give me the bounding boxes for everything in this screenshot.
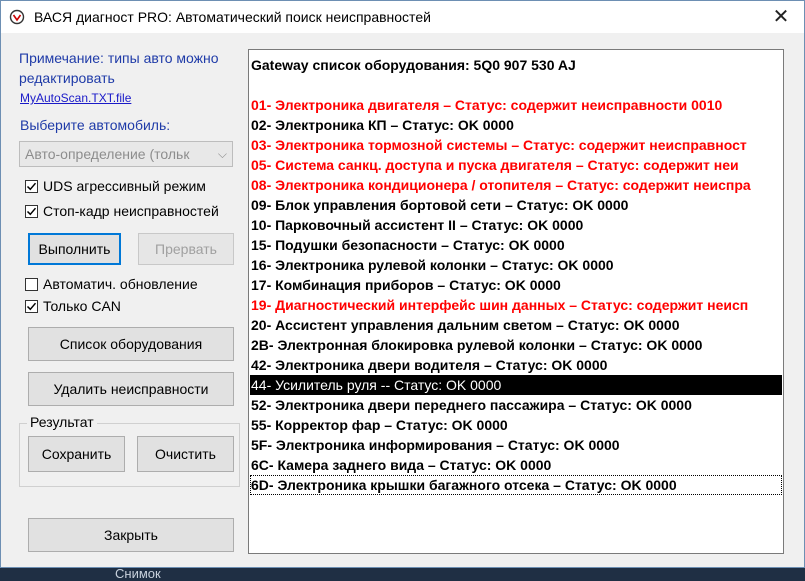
result-group-title: Результат (27, 414, 97, 430)
myautoscan-link[interactable]: MyAutoScan.TXT.file (20, 91, 131, 105)
checkbox-box (25, 205, 38, 218)
list-item[interactable]: 44- Усилитель руля -- Статус: OK 0000 (250, 375, 782, 395)
list-item[interactable]: 42- Электроника двери водителя – Статус:… (250, 355, 782, 375)
list-item[interactable]: 08- Электроника кондиционера / отопителя… (250, 175, 782, 195)
list-item[interactable]: 16- Электроника рулевой колонки – Статус… (250, 255, 782, 275)
app-window: ВАСЯ диагност PRO: Автоматический поиск … (0, 0, 805, 568)
list-item[interactable]: 2B- Электронная блокировка рулевой колон… (250, 335, 782, 355)
list-item[interactable]: 03- Электроника тормозной системы – Стат… (250, 135, 782, 155)
checkbox-box (25, 300, 38, 313)
list-item[interactable]: 10- Парковочный ассистент II – Статус: O… (250, 215, 782, 235)
equipment-listbox[interactable]: Gateway список оборудования: 5Q0 907 530… (248, 49, 784, 554)
abort-button[interactable]: Прервать (138, 233, 234, 265)
list-item[interactable]: Gateway список оборудования: 5Q0 907 530… (250, 55, 782, 75)
title-bar: ВАСЯ диагност PRO: Автоматический поиск … (1, 1, 804, 33)
list-item[interactable]: 55- Корректор фар – Статус: OK 0000 (250, 415, 782, 435)
list-item[interactable]: 05- Система санкц. доступа и пуска двига… (250, 155, 782, 175)
list-item[interactable]: 52- Электроника двери переднего пассажир… (250, 395, 782, 415)
clear-button[interactable]: Очистить (137, 436, 234, 472)
list-item[interactable]: 17- Комбинация приборов – Статус: OK 000… (250, 275, 782, 295)
app-icon (9, 9, 25, 25)
list-item[interactable] (250, 75, 782, 95)
list-item[interactable]: 20- Ассистент управления дальним светом … (250, 315, 782, 335)
window-title: ВАСЯ диагност PRO: Автоматический поиск … (34, 9, 431, 25)
note-text: Примечание: типы авто можно редактироват… (19, 50, 219, 86)
checkbox-box (25, 278, 38, 291)
list-item[interactable]: 09- Блок управления бортовой сети – Стат… (250, 195, 782, 215)
car-select-value: Авто-определение (тольк (25, 146, 190, 162)
list-item[interactable]: 01- Электроника двигателя – Статус: соде… (250, 95, 782, 115)
close-window-button[interactable]: ✕ (758, 1, 804, 33)
list-item[interactable]: 15- Подушки безопасности – Статус: OK 00… (250, 235, 782, 255)
checkbox-box (25, 180, 38, 193)
run-button[interactable]: Выполнить (28, 233, 121, 265)
can-only-checkbox[interactable]: Только CAN (25, 298, 121, 314)
auto-update-checkbox[interactable]: Автоматич. обновление (25, 276, 198, 292)
list-item[interactable]: 6C- Камера заднего вида – Статус: OK 000… (250, 455, 782, 475)
chevron-down-icon: ⌵ (217, 147, 227, 161)
list-item[interactable]: 02- Электроника КП – Статус: OK 0000 (250, 115, 782, 135)
equipment-list-button[interactable]: Список оборудования (28, 327, 234, 361)
list-item[interactable]: 19- Диагностический интерфейс шин данных… (250, 295, 782, 315)
list-item[interactable]: 6D- Электроника крышки багажного отсека … (250, 475, 782, 495)
close-button[interactable]: Закрыть (28, 518, 234, 552)
choose-car-label: Выберите автомобиль: (20, 117, 171, 133)
car-select[interactable]: Авто-определение (тольк ⌵ (19, 141, 233, 167)
delete-faults-button[interactable]: Удалить неисправности (28, 372, 234, 406)
list-item[interactable]: 5F- Электроника информирования – Статус:… (250, 435, 782, 455)
freeze-frame-checkbox[interactable]: Стоп-кадр неисправностей (25, 203, 219, 219)
uds-aggressive-checkbox[interactable]: UDS агрессивный режим (25, 178, 206, 194)
save-button[interactable]: Сохранить (28, 436, 125, 472)
